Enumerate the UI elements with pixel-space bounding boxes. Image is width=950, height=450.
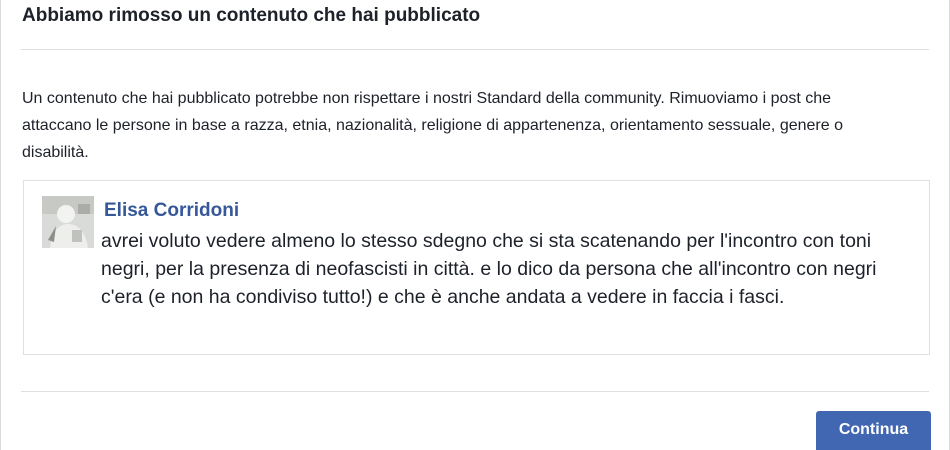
content-removed-dialog: Abbiamo rimosso un contenuto che hai pub…: [0, 0, 950, 450]
dialog-message: Un contenuto che hai pubblicato potrebbe…: [22, 90, 843, 161]
dialog-title: Abbiamo rimosso un contenuto che hai pub…: [22, 5, 481, 26]
post-text: avrei voluto vedere almeno lo stesso sde…: [101, 230, 877, 308]
user-avatar-photo-icon: [42, 196, 94, 248]
author-avatar[interactable]: [42, 196, 94, 248]
header-divider: [21, 49, 929, 50]
dialog-header: Abbiamo rimosso un contenuto che hai pub…: [1, 0, 949, 50]
continue-button[interactable]: Continua: [816, 411, 931, 450]
post-author-link[interactable]: Elisa Corridoni: [104, 199, 239, 223]
removed-post-card: Elisa Corridoni avrei voluto vedere alme…: [23, 180, 930, 355]
footer-divider: [21, 391, 929, 392]
